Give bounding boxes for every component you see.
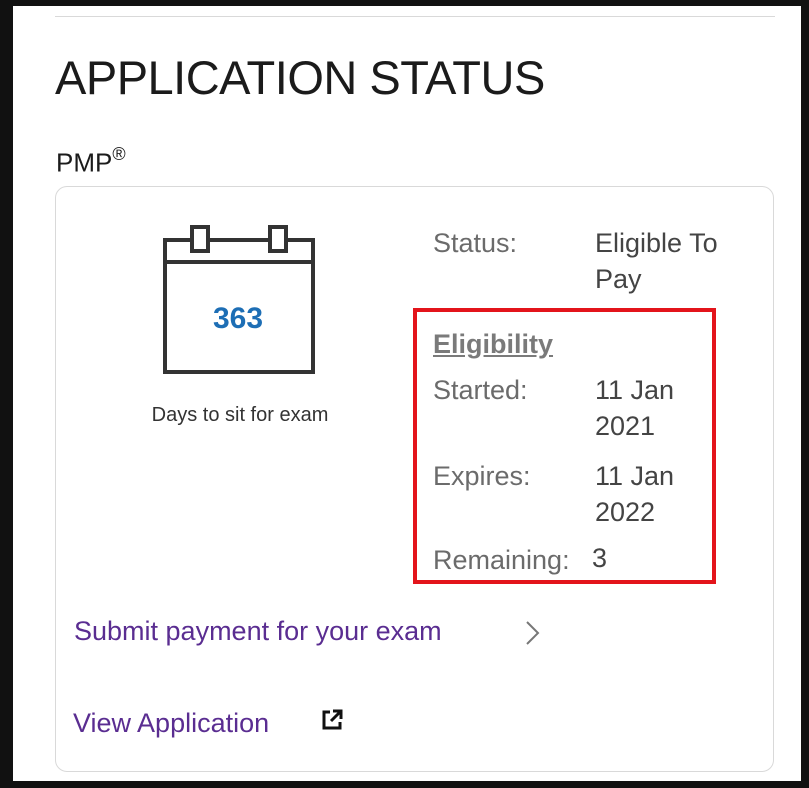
eligibility-started-value: 11 Jan 2021 [595,375,675,441]
eligibility-remaining-label: Remaining: [433,545,570,575]
program-name-text: PMP [56,147,113,178]
calendar-icon [163,225,315,374]
registered-mark: ® [112,144,126,164]
screenshot-frame-bottom [0,781,809,788]
eligibility-expires-value: 11 Jan 2022 [595,461,675,527]
program-name: PMP® [56,140,126,179]
chevron-right-icon[interactable] [523,619,543,647]
screenshot-frame-right [801,0,809,788]
view-application-link[interactable]: View Application [73,705,269,741]
days-remaining-count: 363 [212,302,264,335]
submit-payment-link[interactable]: Submit payment for your exam [74,613,442,649]
eligibility-started-label: Started: [433,375,528,405]
screenshot-frame-top [0,0,809,6]
eligibility-expires-label: Expires: [433,461,531,491]
screenshot-frame-left [0,0,13,788]
page-title: APPLICATION STATUS [55,51,545,104]
eligibility-heading: Eligibility [433,329,554,359]
eligibility-remaining-value: 3 [592,543,608,573]
top-divider [55,16,775,17]
external-link-icon[interactable] [320,708,344,732]
days-caption: Days to sit for exam [151,404,329,426]
status-value: Eligible To Pay [595,228,718,294]
status-label: Status: [433,228,518,258]
